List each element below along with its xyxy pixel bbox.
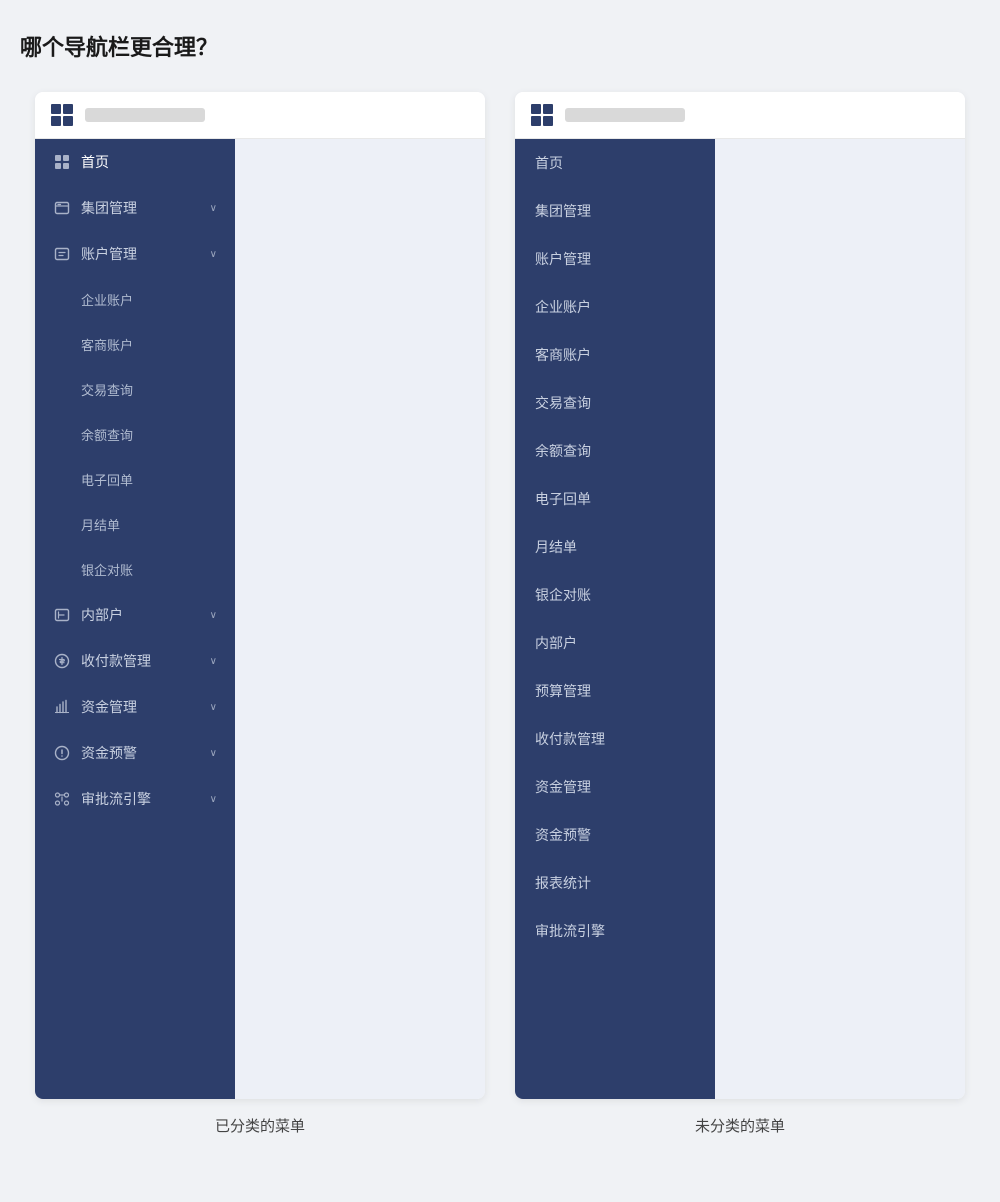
- l-alert-icon: [53, 744, 71, 762]
- l-reconcile-label: 银企对账: [81, 560, 217, 579]
- l-fund-label: 资金管理: [81, 697, 210, 717]
- r-client[interactable]: 客商账户: [515, 331, 715, 379]
- left-card-label: 已分类的菜单: [215, 1115, 305, 1136]
- l-account-chevron: ∨: [210, 249, 217, 260]
- right-nav-card: 首页 集团管理 账户管理 企业账户 客商账户 交易查询 余额查询 电子回单 月结…: [515, 92, 965, 1099]
- r-balance[interactable]: 余额查询: [515, 427, 715, 475]
- left-body2: 首页 集团管理 ∨ 账户管理 ∨: [35, 139, 485, 1099]
- right-card-wrapper2: 首页 集团管理 账户管理 企业账户 客商账户 交易查询 余额查询 电子回单 月结…: [515, 92, 965, 1136]
- r-reconcile[interactable]: 银企对账: [515, 571, 715, 619]
- r-monthly-label: 月结单: [535, 537, 577, 557]
- r-account-label: 账户管理: [535, 249, 591, 269]
- r-home[interactable]: 首页: [515, 139, 715, 187]
- l-reconcile[interactable]: 银企对账: [35, 547, 235, 592]
- l-balance-label: 余额查询: [81, 425, 217, 444]
- l-home-label: 首页: [81, 152, 217, 172]
- r-balance-label: 余额查询: [535, 441, 591, 461]
- l-monthly[interactable]: 月结单: [35, 502, 235, 547]
- r-payment-label: 收付款管理: [535, 729, 605, 749]
- l-group-icon: [53, 199, 71, 217]
- right-logo: [531, 104, 553, 126]
- l-flow[interactable]: 审批流引擎 ∨: [35, 776, 235, 822]
- r-inner[interactable]: 内部户: [515, 619, 715, 667]
- l-fund-icon: [53, 698, 71, 716]
- right-body: 首页 集团管理 账户管理 企业账户 客商账户 交易查询 余额查询 电子回单 月结…: [515, 139, 965, 1099]
- r-inner-label: 内部户: [535, 633, 577, 653]
- l-home-icon: [53, 153, 71, 171]
- l-client-label: 客商账户: [81, 335, 217, 354]
- r-group[interactable]: 集团管理: [515, 187, 715, 235]
- l-account-icon: [53, 245, 71, 263]
- r-reconcile-label: 银企对账: [535, 585, 591, 605]
- l-receipt-label: 电子回单: [81, 470, 217, 489]
- r-transaction[interactable]: 交易查询: [515, 379, 715, 427]
- l-inner-icon: [53, 606, 71, 624]
- l-enterprise-label: 企业账户: [81, 290, 217, 309]
- l-flow-icon: [53, 790, 71, 808]
- right-sidebar: 首页 集团管理 账户管理 企业账户 客商账户 交易查询 余额查询 电子回单 月结…: [515, 139, 715, 1099]
- r-report[interactable]: 报表统计: [515, 859, 715, 907]
- l-inner[interactable]: 内部户 ∨: [35, 592, 235, 638]
- r-client-label: 客商账户: [535, 345, 591, 365]
- l-group-chevron: ∨: [210, 203, 217, 214]
- l-client[interactable]: 客商账户: [35, 322, 235, 367]
- l-enterprise[interactable]: 企业账户: [35, 277, 235, 322]
- l-group[interactable]: 集团管理 ∨: [35, 185, 235, 231]
- l-alert[interactable]: 资金预警 ∨: [35, 730, 235, 776]
- l-receipt[interactable]: 电子回单: [35, 457, 235, 502]
- r-enterprise[interactable]: 企业账户: [515, 283, 715, 331]
- r-transaction-label: 交易查询: [535, 393, 591, 413]
- r-alert[interactable]: 资金预警: [515, 811, 715, 859]
- r-group-label: 集团管理: [535, 201, 591, 221]
- left-nav-card2: 首页 集团管理 ∨ 账户管理 ∨: [35, 92, 485, 1099]
- r-receipt-label: 电子回单: [535, 489, 591, 509]
- r-flow[interactable]: 审批流引擎: [515, 907, 715, 955]
- l-inner-chevron: ∨: [210, 610, 217, 621]
- r-alert-label: 资金预警: [535, 825, 591, 845]
- left-card-wrapper: 首页 集团管理 ∨ 账户管理 ∨: [35, 92, 485, 1136]
- l-account-label: 账户管理: [81, 244, 210, 264]
- r-fund-label: 资金管理: [535, 777, 591, 797]
- l-group-label: 集团管理: [81, 198, 210, 218]
- l-account[interactable]: 账户管理 ∨: [35, 231, 235, 277]
- right-card-label: 未分类的菜单: [695, 1115, 785, 1136]
- l-transaction[interactable]: 交易查询: [35, 367, 235, 412]
- r-account[interactable]: 账户管理: [515, 235, 715, 283]
- r-payment[interactable]: 收付款管理: [515, 715, 715, 763]
- r-flow-label: 审批流引擎: [535, 921, 605, 941]
- l-flow-chevron: ∨: [210, 794, 217, 805]
- r-fund[interactable]: 资金管理: [515, 763, 715, 811]
- right-header: [515, 92, 965, 139]
- r-home-label: 首页: [535, 153, 563, 173]
- l-payment[interactable]: 收付款管理 ∨: [35, 638, 235, 684]
- l-alert-label: 资金预警: [81, 743, 210, 763]
- right-content: [715, 139, 965, 1099]
- l-payment-label: 收付款管理: [81, 651, 210, 671]
- l-payment-chevron: ∨: [210, 656, 217, 667]
- l-fund-chevron: ∨: [210, 702, 217, 713]
- l-home[interactable]: 首页: [35, 139, 235, 185]
- left-logo2: [51, 104, 73, 126]
- r-receipt[interactable]: 电子回单: [515, 475, 715, 523]
- left-sidebar2: 首页 集团管理 ∨ 账户管理 ∨: [35, 139, 235, 1099]
- l-transaction-label: 交易查询: [81, 380, 217, 399]
- r-enterprise-label: 企业账户: [535, 297, 591, 317]
- right-bar: [565, 108, 685, 122]
- r-monthly[interactable]: 月结单: [515, 523, 715, 571]
- r-budget-label: 预算管理: [535, 681, 591, 701]
- page-title: 哪个导航栏更合理？: [20, 30, 980, 62]
- left-content2: [235, 139, 485, 1099]
- l-payment-icon: [53, 652, 71, 670]
- l-alert-chevron: ∨: [210, 748, 217, 759]
- l-flow-label: 审批流引擎: [81, 789, 210, 809]
- left-bar2: [85, 108, 205, 122]
- left-header2: [35, 92, 485, 139]
- l-monthly-label: 月结单: [81, 515, 217, 534]
- l-fund[interactable]: 资金管理 ∨: [35, 684, 235, 730]
- r-budget[interactable]: 预算管理: [515, 667, 715, 715]
- l-balance[interactable]: 余额查询: [35, 412, 235, 457]
- main-layout: 首页 集团管理 ∨ 账户管理 ∨: [20, 92, 980, 1136]
- r-report-label: 报表统计: [535, 873, 591, 893]
- l-inner-label: 内部户: [81, 605, 210, 625]
